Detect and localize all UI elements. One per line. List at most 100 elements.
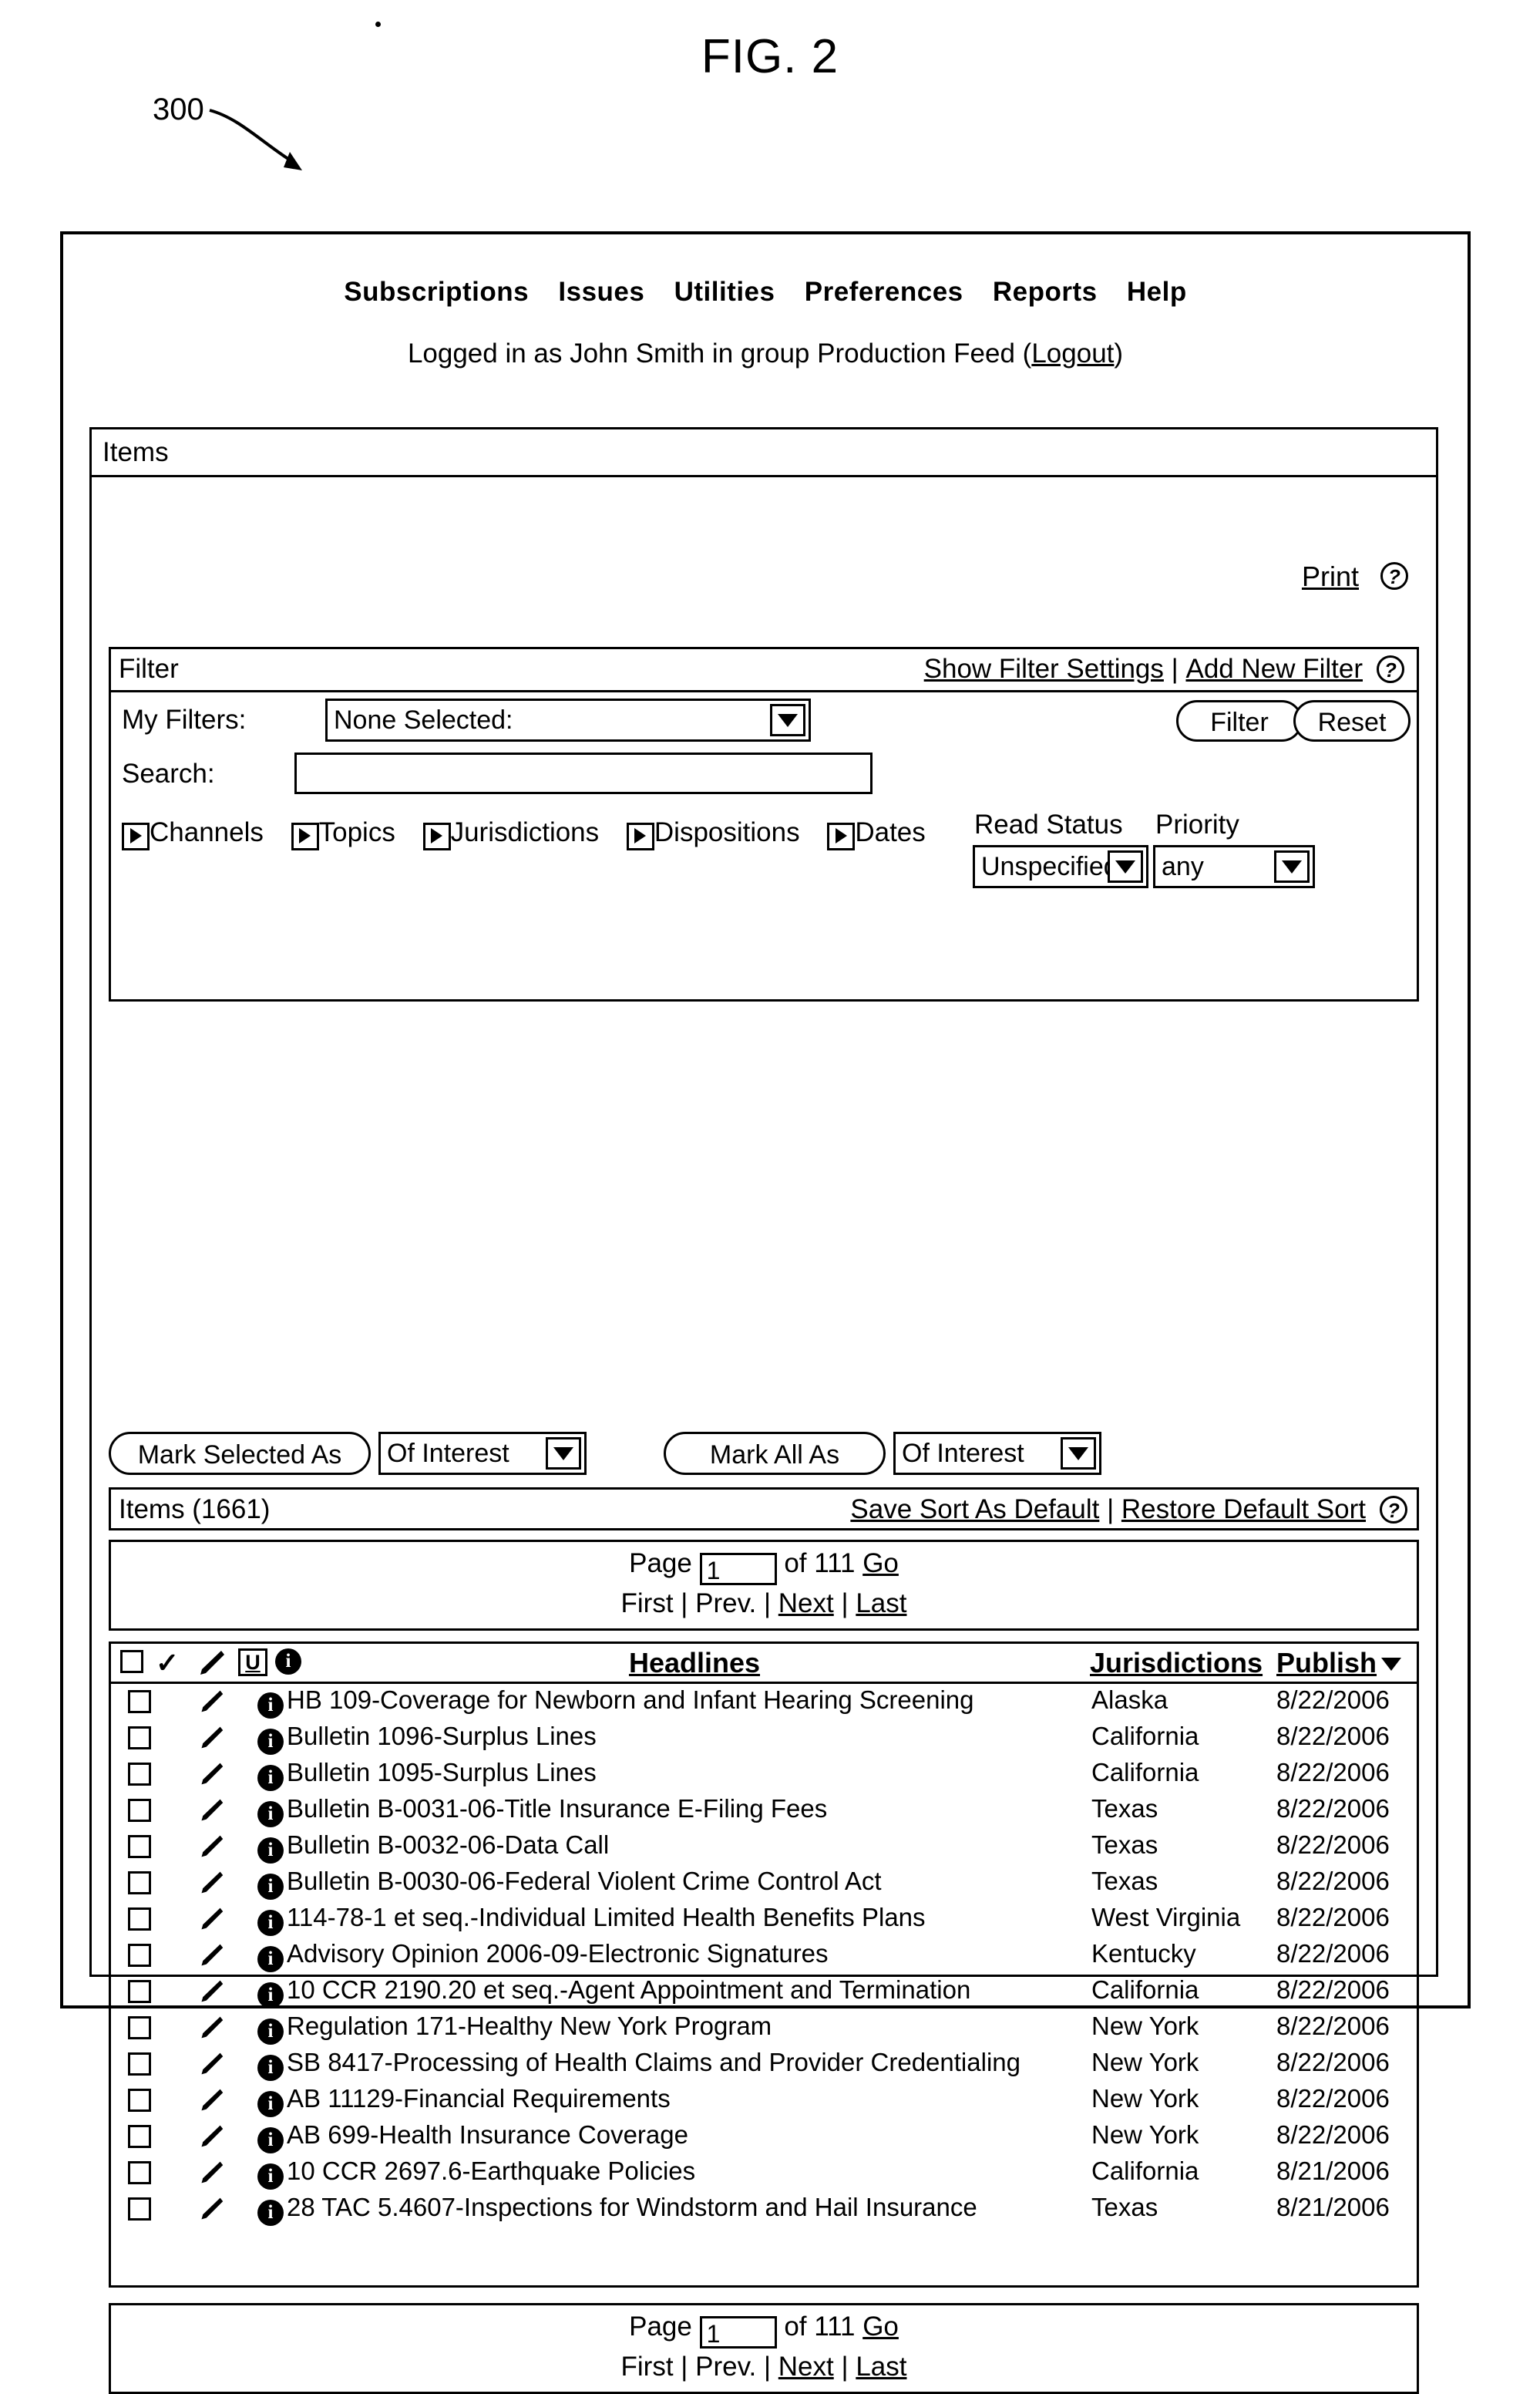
pencil-icon[interactable] xyxy=(197,1797,225,1823)
row-headline[interactable]: Bulletin B-0031-06-Title Insurance E-Fil… xyxy=(287,1794,827,1823)
mark-selected-disposition-select[interactable]: Of Interest xyxy=(378,1432,587,1475)
table-row[interactable]: i SB 8417-Processing of Health Claims and… xyxy=(111,2046,1417,2083)
row-select-checkbox[interactable] xyxy=(128,1944,151,1967)
pencil-icon[interactable] xyxy=(197,2123,225,2150)
chevron-down-icon[interactable] xyxy=(1061,1437,1096,1470)
table-row[interactable]: i Bulletin B-0030-06-Federal Violent Crim… xyxy=(111,1865,1417,1901)
pencil-icon[interactable] xyxy=(197,1870,225,1896)
filter-help-question-icon[interactable]: ? xyxy=(1377,655,1404,683)
table-row[interactable]: i Advisory Opinion 2006-09-Electronic Sig… xyxy=(111,1938,1417,1974)
row-headline[interactable]: 28 TAC 5.4607-Inspections for Windstorm … xyxy=(287,2193,977,2222)
pencil-icon[interactable] xyxy=(197,1761,225,1787)
pager-bottom-first-link[interactable]: First xyxy=(621,2352,674,2382)
info-icon[interactable]: i xyxy=(257,2086,284,2117)
table-row[interactable]: i Regulation 171-Healthy New York Program… xyxy=(111,2010,1417,2046)
pager-top-next-link[interactable]: Next xyxy=(778,1588,834,1618)
table-row[interactable]: i Bulletin 1095-Surplus Lines California 8/… xyxy=(111,1756,1417,1793)
filter-button[interactable]: Filter xyxy=(1176,700,1303,742)
pager-top-go-link[interactable]: Go xyxy=(862,1548,899,1578)
mark-all-as-button[interactable]: Mark All As xyxy=(664,1432,886,1475)
row-headline[interactable]: Regulation 171-Healthy New York Program xyxy=(287,2012,772,2041)
nav-preferences[interactable]: Preferences xyxy=(805,277,963,307)
logout-link[interactable]: Logout xyxy=(1031,338,1114,369)
print-link[interactable]: Print xyxy=(1302,561,1359,593)
table-row[interactable]: i 114-78-1 et seq.-Individual Limited Hea… xyxy=(111,1901,1417,1938)
pencil-icon[interactable] xyxy=(197,1725,225,1751)
row-headline[interactable]: 10 CCR 2190.20 et seq.-Agent Appointment… xyxy=(287,1975,970,2005)
pencil-icon[interactable] xyxy=(196,1648,227,1678)
info-icon[interactable]: i xyxy=(257,1833,284,1864)
checkmark-icon[interactable]: ✓ xyxy=(156,1647,179,1679)
info-icon[interactable]: i xyxy=(257,2195,284,2226)
table-row[interactable]: i 28 TAC 5.4607-Inspections for Windstorm… xyxy=(111,2191,1417,2227)
save-sort-as-default-link[interactable]: Save Sort As Default xyxy=(850,1494,1099,1524)
pager-top-last-link[interactable]: Last xyxy=(856,1588,906,1618)
row-headline[interactable]: Advisory Opinion 2006-09-Electronic Sign… xyxy=(287,1939,829,1968)
table-row[interactable]: i AB 11129-Financial Requirements New York… xyxy=(111,2083,1417,2119)
row-select-checkbox[interactable] xyxy=(128,1907,151,1931)
chevron-down-icon[interactable] xyxy=(546,1437,581,1470)
row-select-checkbox[interactable] xyxy=(128,2016,151,2039)
info-icon[interactable]: i xyxy=(257,1941,284,1972)
info-icon[interactable]: i xyxy=(257,1905,284,1936)
row-headline[interactable]: Bulletin B-0032-06-Data Call xyxy=(287,1830,609,1860)
row-headline[interactable]: Bulletin 1096-Surplus Lines xyxy=(287,1722,597,1751)
table-row[interactable]: i HB 109-Coverage for Newborn and Infant … xyxy=(111,1684,1417,1720)
priority-select[interactable]: any xyxy=(1153,845,1315,888)
chevron-down-icon[interactable] xyxy=(1274,850,1310,883)
info-icon[interactable]: i xyxy=(257,2159,284,2190)
sort-help-question-icon[interactable]: ? xyxy=(1380,1496,1407,1524)
sort-descending-icon[interactable] xyxy=(1381,1658,1401,1671)
column-header-headlines[interactable]: Headlines xyxy=(304,1647,1085,1679)
chevron-down-icon[interactable] xyxy=(770,704,805,736)
row-headline[interactable]: Bulletin 1095-Surplus Lines xyxy=(287,1758,597,1787)
table-row[interactable]: i 10 CCR 2697.6-Earthquake Policies Califo… xyxy=(111,2155,1417,2191)
row-select-checkbox[interactable] xyxy=(128,2161,151,2184)
table-row[interactable]: i AB 699-Health Insurance Coverage New Yor… xyxy=(111,2119,1417,2155)
mark-selected-as-button[interactable]: Mark Selected As xyxy=(109,1432,371,1475)
table-row[interactable]: i 10 CCR 2190.20 et seq.-Agent Appointmen… xyxy=(111,1974,1417,2010)
pencil-icon[interactable] xyxy=(197,1942,225,1968)
my-filters-select[interactable]: None Selected: xyxy=(325,699,811,742)
info-icon[interactable]: i xyxy=(257,1869,284,1900)
column-header-jurisdictions[interactable]: Jurisdictions xyxy=(1090,1647,1263,1679)
info-icon[interactable]: i xyxy=(257,2050,284,2081)
pencil-icon[interactable] xyxy=(197,2087,225,2113)
pager-bottom-page-input[interactable]: 1 xyxy=(699,2316,777,2349)
row-select-checkbox[interactable] xyxy=(128,1763,151,1786)
info-icon[interactable]: i xyxy=(257,2123,284,2153)
reset-button[interactable]: Reset xyxy=(1293,700,1411,742)
row-headline[interactable]: SB 8417-Processing of Health Claims and … xyxy=(287,2048,1021,2077)
expander-dates[interactable]: Dates xyxy=(827,817,926,850)
pager-bottom-go-link[interactable]: Go xyxy=(862,2312,899,2342)
row-select-checkbox[interactable] xyxy=(128,2125,151,2148)
pencil-icon[interactable] xyxy=(197,2160,225,2186)
table-row[interactable]: i Bulletin B-0032-06-Data Call Texas 8/22/2… xyxy=(111,1829,1417,1865)
expander-dispositions[interactable]: Dispositions xyxy=(626,817,800,850)
row-headline[interactable]: AB 11129-Financial Requirements xyxy=(287,2084,671,2113)
nav-subscriptions[interactable]: Subscriptions xyxy=(344,277,529,307)
row-select-checkbox[interactable] xyxy=(128,2052,151,2076)
restore-default-sort-link[interactable]: Restore Default Sort xyxy=(1121,1494,1366,1524)
row-select-checkbox[interactable] xyxy=(128,1835,151,1858)
pager-top-first-link[interactable]: First xyxy=(621,1588,674,1618)
search-input[interactable] xyxy=(294,753,873,794)
pager-top-prev-link[interactable]: Prev. xyxy=(695,1588,756,1618)
table-row[interactable]: i Bulletin B-0031-06-Title Insurance E-Fi… xyxy=(111,1793,1417,1829)
info-icon[interactable]: i xyxy=(257,1688,284,1719)
pencil-icon[interactable] xyxy=(197,2051,225,2077)
info-icon[interactable]: i xyxy=(275,1648,301,1675)
row-headline[interactable]: 114-78-1 et seq.-Individual Limited Heal… xyxy=(287,1903,926,1932)
row-headline[interactable]: HB 109-Coverage for Newborn and Infant H… xyxy=(287,1685,974,1715)
help-question-icon[interactable]: ? xyxy=(1380,562,1408,590)
row-headline[interactable]: AB 699-Health Insurance Coverage xyxy=(287,2120,688,2150)
pager-bottom-last-link[interactable]: Last xyxy=(856,2352,906,2382)
row-select-checkbox[interactable] xyxy=(128,1726,151,1749)
pencil-icon[interactable] xyxy=(197,2196,225,2222)
row-select-checkbox[interactable] xyxy=(128,1980,151,2003)
pencil-icon[interactable] xyxy=(197,1689,225,1715)
row-select-checkbox[interactable] xyxy=(128,1799,151,1822)
row-select-checkbox[interactable] xyxy=(128,1871,151,1894)
nav-utilities[interactable]: Utilities xyxy=(674,277,775,307)
info-icon[interactable]: i xyxy=(257,2014,284,2045)
